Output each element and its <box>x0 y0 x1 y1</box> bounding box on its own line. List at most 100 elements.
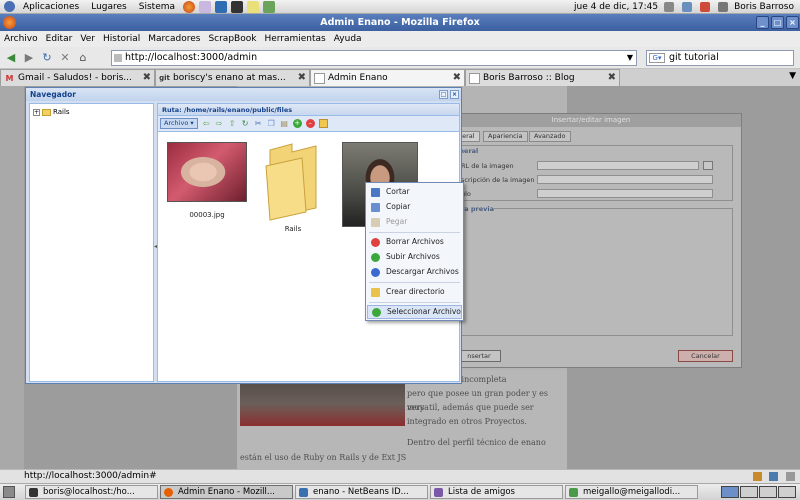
workspace-1[interactable] <box>721 486 739 498</box>
image-description-field[interactable] <box>537 175 713 184</box>
network-icon[interactable] <box>682 1 693 12</box>
menu-ver[interactable]: Ver <box>76 34 99 44</box>
menu-historial[interactable]: Historial <box>99 34 144 44</box>
navigator-title: Navegador <box>30 90 76 99</box>
refresh-icon[interactable]: ↻ <box>241 119 250 128</box>
paste-icon[interactable]: ▤ <box>280 119 289 128</box>
task-firefox[interactable]: Admin Enano - Mozill... <box>160 485 293 499</box>
home-button[interactable]: ⌂ <box>76 51 90 65</box>
new-folder-icon[interactable] <box>318 119 328 128</box>
panel-menu-aplicaciones[interactable]: Aplicaciones <box>17 2 85 12</box>
tab-apariencia[interactable]: Apariencia <box>483 131 528 142</box>
cancel-button[interactable]: Cancelar <box>678 350 733 362</box>
close-tab-icon[interactable]: ✖ <box>143 72 151 83</box>
panel-menu-sistema[interactable]: Sistema <box>133 2 181 12</box>
status-addon-icon[interactable] <box>769 472 778 481</box>
navigator-maximize-button[interactable]: □ <box>439 90 448 99</box>
workspace-switcher[interactable] <box>721 486 796 498</box>
url-dropdown-icon[interactable]: ▼ <box>627 51 633 65</box>
file-item-baby[interactable]: 00003.jpg <box>167 142 247 219</box>
image-launcher-icon[interactable] <box>263 0 276 13</box>
menu-item-crear-directorio[interactable]: Crear directorio <box>367 285 462 299</box>
tab-blog[interactable]: Boris Barroso :: Blog ✖ <box>465 69 620 86</box>
back-button[interactable]: ◀ <box>4 51 18 65</box>
firefox-launcher-icon[interactable] <box>183 0 196 13</box>
workspace-3[interactable] <box>759 486 777 498</box>
show-desktop-icon[interactable] <box>3 486 15 498</box>
url-bar[interactable]: http://localhost:3000/admin ▼ <box>111 50 637 66</box>
github-icon: git <box>159 74 170 82</box>
search-engine-icon[interactable]: G▾ <box>649 53 665 63</box>
workspace-4[interactable] <box>778 486 796 498</box>
tab-admin-enano[interactable]: Admin Enano ✖ <box>310 69 465 86</box>
cut-icon[interactable]: ✂ <box>254 119 263 128</box>
folder-icon <box>371 288 380 297</box>
tree-node-rails[interactable]: + Rails <box>33 108 70 116</box>
menu-scrapbook[interactable]: ScrapBook <box>204 34 260 44</box>
gnome-foot-icon[interactable] <box>4 1 15 12</box>
back-arrow-icon[interactable]: ⇦ <box>202 119 211 128</box>
tab-gmail[interactable]: M Gmail - Saludos! - boris... ✖ <box>0 69 155 86</box>
forward-button[interactable]: ▶ <box>22 51 36 65</box>
pidgin-launcher-icon[interactable] <box>199 0 212 13</box>
menu-item-subir-archivos[interactable]: Subir Archivos <box>367 250 462 264</box>
stop-button[interactable]: ✕ <box>58 51 72 65</box>
article-line: versatil, además que puede ser <box>407 403 534 412</box>
volume-icon[interactable] <box>664 1 675 12</box>
menu-ayuda[interactable]: Ayuda <box>330 34 366 44</box>
close-window-button[interactable]: × <box>786 16 799 29</box>
menu-item-descargar-archivos[interactable]: Descargar Archivos <box>367 265 462 279</box>
image-url-field[interactable] <box>537 161 699 170</box>
menu-marcadores[interactable]: Marcadores <box>144 34 204 44</box>
close-tab-icon[interactable]: ✖ <box>608 72 616 83</box>
file-item-rails-folder[interactable]: Rails <box>262 142 324 233</box>
menu-editar[interactable]: Editar <box>42 34 77 44</box>
task-buddy-list[interactable]: Lista de amigos <box>430 485 563 499</box>
tab-github[interactable]: git boriscy's enano at mas... ✖ <box>155 69 310 86</box>
close-tab-icon[interactable]: ✖ <box>453 72 461 83</box>
menu-archivo[interactable]: Archivo <box>0 34 42 44</box>
site-identity-icon[interactable] <box>114 54 122 62</box>
tab-avanzado[interactable]: Avanzado <box>529 131 571 142</box>
list-all-tabs-icon[interactable]: ▼ <box>789 71 796 81</box>
navigator-close-button[interactable]: × <box>450 90 459 99</box>
menu-item-seleccionar-archivo[interactable]: Seleccionar Archivo <box>367 305 462 319</box>
panel-menu-lugares[interactable]: Lugares <box>85 2 133 12</box>
status-tools-icon[interactable] <box>753 472 762 481</box>
forward-arrow-icon[interactable]: ⇨ <box>215 119 224 128</box>
power-icon[interactable] <box>718 1 729 12</box>
editor-launcher-icon[interactable] <box>247 0 260 13</box>
menu-item-borrar-archivos[interactable]: Borrar Archivos <box>367 235 462 249</box>
menu-item-label: Borrar Archivos <box>386 237 444 246</box>
up-arrow-icon[interactable]: ⇧ <box>228 119 237 128</box>
archivo-menu-button[interactable]: Archivo ▾ <box>160 118 198 129</box>
upload-icon[interactable]: + <box>292 119 302 128</box>
task-netbeans[interactable]: enano - NetBeans ID... <box>295 485 428 499</box>
window-menu-icon[interactable] <box>3 16 16 29</box>
terminal-launcher-icon[interactable] <box>231 0 244 13</box>
reload-button[interactable]: ↻ <box>40 51 54 65</box>
delete-icon[interactable]: – <box>305 119 315 128</box>
copy-icon[interactable]: ❐ <box>267 119 276 128</box>
menu-item-copiar[interactable]: Copiar <box>367 200 462 214</box>
updates-icon[interactable] <box>700 1 711 12</box>
page-icon <box>469 72 480 84</box>
menu-item-cortar[interactable]: Cortar <box>367 185 462 199</box>
menu-herramientas[interactable]: Herramientas <box>260 34 329 44</box>
image-title-field[interactable] <box>537 189 713 198</box>
workspace-2[interactable] <box>740 486 758 498</box>
insert-button[interactable]: nsertar <box>457 350 501 362</box>
close-tab-icon[interactable]: ✖ <box>298 72 306 83</box>
netbeans-launcher-icon[interactable] <box>215 0 228 13</box>
status-resize-icon[interactable] <box>786 472 795 481</box>
task-chat[interactable]: meigallo@meigallodi... <box>565 485 698 499</box>
maximize-button[interactable]: □ <box>771 16 784 29</box>
browse-icon[interactable] <box>703 161 713 170</box>
task-terminal[interactable]: boris@localhost:/ho... <box>25 485 158 499</box>
clock[interactable]: jue 4 de dic, 17:45 <box>574 2 658 12</box>
search-bar[interactable]: G▾ git tutorial <box>646 50 794 66</box>
expand-icon[interactable]: + <box>33 108 40 116</box>
minimize-button[interactable]: _ <box>756 16 769 29</box>
menu-item-pegar: Pegar <box>367 215 462 229</box>
panel-user-name[interactable]: Boris Barroso <box>734 2 794 12</box>
